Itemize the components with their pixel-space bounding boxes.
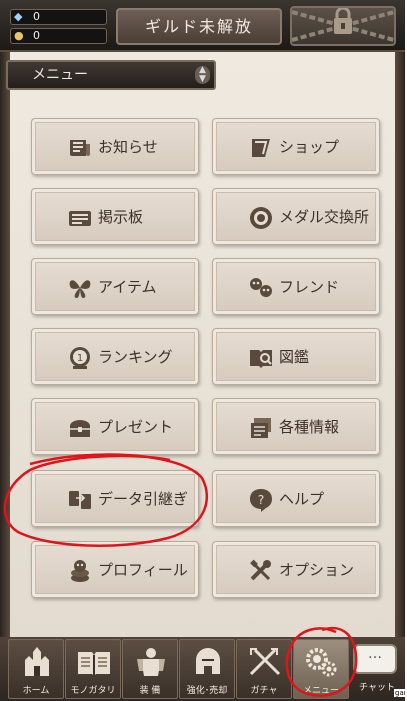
tools-icon [247, 557, 275, 585]
guild-button[interactable]: ギルド未解放 [116, 8, 282, 45]
menu-header[interactable]: メニュー ▲ ▼ [6, 60, 216, 90]
board-button[interactable]: 掲示板 [31, 188, 199, 245]
gem-counter: ◆ 0 [10, 9, 107, 25]
shop-label: ショップ [279, 138, 340, 156]
documents-icon [247, 414, 275, 442]
left-frame [0, 52, 10, 637]
board-label: 掲示板 [98, 208, 144, 226]
help-icon: ? [247, 486, 275, 514]
tab-home-label: ホーム [22, 686, 50, 696]
right-frame [395, 52, 405, 637]
menu-title: メニュー [32, 67, 88, 83]
friend-button[interactable]: フレンド [212, 258, 380, 315]
coin-count: 0 [33, 29, 40, 42]
medal-exchange-button[interactable]: メダル交換所 [212, 188, 380, 245]
present-label: プレゼント [98, 418, 174, 436]
chain-lock-icon [292, 8, 394, 42]
present-button[interactable]: プレゼント [31, 398, 199, 455]
item-button[interactable]: アイテム [31, 258, 199, 315]
tab-enhance[interactable]: 強化･売却 [179, 639, 235, 699]
tab-menu-label: メニュー [302, 686, 339, 696]
tab-gacha[interactable]: ガチャ [236, 639, 292, 699]
treasure-chest-icon [66, 414, 94, 442]
coin-counter: ● 0 [10, 28, 107, 44]
watermark: game [394, 689, 405, 697]
gem-icon: ◆ [14, 10, 23, 23]
svg-text:1: 1 [77, 353, 83, 364]
item-label: アイテム [98, 278, 157, 296]
crossed-swords-icon [249, 648, 281, 676]
top-bar: ◆ 0 ● 0 ギルド未解放 [0, 0, 405, 52]
castle-icon [25, 647, 49, 676]
friends-icon [247, 274, 275, 302]
chat-bubble-icon: … [368, 646, 382, 662]
medal-icon [247, 204, 275, 232]
game-screen: ◆ 0 ● 0 ギルド未解放 メニュー ▲ ▼ お知らせ ショップ 掲示板 メダ… [0, 0, 405, 701]
helmet-icon [196, 648, 220, 674]
gears-icon [306, 648, 337, 677]
profile-coins-icon [66, 557, 94, 585]
open-book-icon [78, 652, 110, 676]
tab-enhance-label: 強化･売却 [186, 686, 228, 696]
tab-monogatari[interactable]: モノガタリ [65, 639, 121, 699]
book-magnifier-icon [247, 344, 275, 372]
ranking-button[interactable]: 1 ランキング [31, 328, 199, 385]
shop-bag-icon [247, 134, 275, 162]
info-button[interactable]: 各種情報 [212, 398, 380, 455]
dropdown-arrows-icon: ▲ ▼ [195, 66, 210, 84]
tab-home[interactable]: ホーム [8, 639, 64, 699]
tab-monogatari-label: モノガタリ [70, 686, 116, 696]
ranking-label: ランキング [98, 348, 173, 366]
chat-button[interactable]: … [353, 644, 397, 674]
locked-guild-banner[interactable] [290, 6, 396, 46]
gem-count: 0 [33, 10, 40, 23]
data-transfer-icon [66, 486, 94, 514]
help-button[interactable]: ? ヘルプ [212, 470, 380, 527]
news-button[interactable]: お知らせ [31, 118, 199, 175]
tab-equip-label: 装 備 [139, 686, 161, 696]
svg-text:?: ? [258, 493, 264, 507]
tab-menu[interactable]: メニュー [293, 639, 349, 699]
tab-gacha-label: ガチャ [250, 686, 278, 696]
ranking-medal-icon: 1 [66, 344, 94, 372]
info-label: 各種情報 [279, 418, 340, 436]
friend-label: フレンド [279, 278, 340, 296]
coin-icon: ● [14, 29, 24, 42]
options-label: オプション [279, 561, 355, 579]
newspaper-icon [66, 134, 94, 162]
options-button[interactable]: オプション [212, 541, 380, 598]
bulletin-board-icon [66, 204, 94, 232]
encyclopedia-button[interactable]: 図鑑 [212, 328, 380, 385]
guild-label: ギルド未解放 [144, 17, 253, 36]
data-transfer-label: データ引継ぎ [98, 490, 189, 508]
butterfly-icon [66, 274, 94, 302]
profile-label: プロフィール [98, 561, 188, 579]
bottom-tab-bar: ホーム モノガタリ 装 備 強化･売却 ガチャ メニュー [0, 637, 405, 701]
shop-button[interactable]: ショップ [212, 118, 380, 175]
help-label: ヘルプ [279, 490, 325, 508]
profile-button[interactable]: プロフィール [31, 541, 199, 598]
tab-equip[interactable]: 装 備 [122, 639, 178, 699]
data-transfer-button[interactable]: データ引継ぎ [31, 470, 199, 527]
news-label: お知らせ [98, 138, 158, 156]
encyclopedia-label: 図鑑 [279, 348, 310, 366]
medal-exchange-label: メダル交換所 [279, 208, 370, 226]
armor-icon [137, 648, 165, 676]
